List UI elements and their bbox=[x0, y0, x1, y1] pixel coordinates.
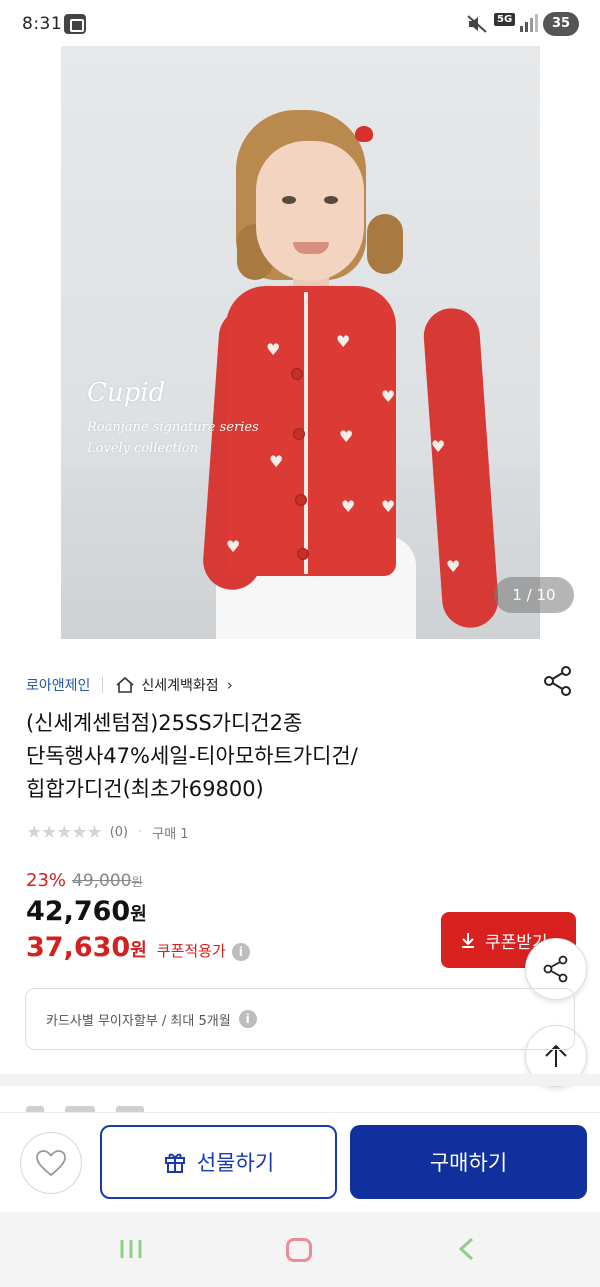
purchase-count: 구매 1 bbox=[152, 826, 189, 842]
buy-button[interactable]: 구매하기 bbox=[350, 1125, 587, 1199]
heart-pattern-icon: ♥ bbox=[339, 427, 354, 446]
cardigan-button bbox=[295, 494, 307, 506]
rating-separator: · bbox=[138, 824, 143, 840]
network-5g-icon: 5G bbox=[494, 13, 516, 26]
discount-row: 23% 49,000 원 bbox=[26, 870, 143, 891]
review-count: (0) bbox=[109, 824, 129, 840]
share-icon[interactable] bbox=[541, 664, 575, 698]
coupon-price-label: 쿠폰적용가 bbox=[156, 942, 226, 960]
home-icon[interactable] bbox=[286, 1238, 312, 1262]
chevron-right-icon: › bbox=[226, 676, 233, 694]
coupon-price: 37,630 원 쿠폰적용가 i bbox=[26, 932, 250, 963]
overlay-title: Cupid bbox=[87, 378, 166, 408]
status-time: 8:31 bbox=[22, 14, 63, 34]
overlay-line-1: Roanjane signature series bbox=[87, 420, 259, 435]
cardigan-button bbox=[297, 548, 309, 560]
info-icon[interactable]: i bbox=[231, 943, 250, 961]
cardigan-button bbox=[293, 428, 305, 440]
image-counter: 1 / 10 bbox=[494, 577, 574, 613]
heart-pattern-icon: ♥ bbox=[431, 437, 446, 456]
heart-icon bbox=[36, 1150, 66, 1177]
rating-row[interactable]: ★★★★★ (0) · 구매 1 bbox=[26, 820, 189, 844]
heart-pattern-icon: ♥ bbox=[381, 497, 396, 516]
discount-percent: 23% bbox=[26, 870, 67, 891]
original-price-unit: 원 bbox=[131, 875, 143, 889]
overlay-line-2: Lovely collection bbox=[87, 441, 199, 456]
cardigan-button bbox=[291, 368, 303, 380]
gallery-icon bbox=[64, 14, 86, 34]
sale-price: 42,760원 bbox=[26, 896, 147, 927]
gift-label: 선물하기 bbox=[196, 1151, 275, 1175]
original-price: 49,000 bbox=[72, 871, 132, 891]
product-title: (신세계센텀점)25SS가디건2종 단독행사47%세일-티아모하트가디건/ 힙합… bbox=[26, 707, 546, 806]
signal-icon bbox=[520, 14, 538, 32]
brand-divider bbox=[102, 677, 104, 693]
product-title-line: (신세계센텀점)25SS가디건2종 bbox=[26, 711, 303, 735]
heart-pattern-icon: ♥ bbox=[226, 537, 241, 556]
heart-hair-clip bbox=[355, 126, 373, 142]
back-icon[interactable] bbox=[456, 1236, 476, 1262]
battery-indicator: 35 bbox=[543, 12, 579, 36]
installment-text: 카드사별 무이자할부 / 최대 5개월 bbox=[46, 1013, 231, 1029]
sale-price-value: 42,760 bbox=[26, 896, 131, 927]
coupon-price-unit: 원 bbox=[130, 940, 147, 961]
mute-icon bbox=[467, 15, 487, 33]
rating-stars: ★★★★★ bbox=[26, 821, 103, 843]
status-bar: 8:31 5G 35 bbox=[0, 0, 600, 46]
heart-pattern-icon: ♥ bbox=[266, 340, 281, 359]
model-eye-left bbox=[282, 196, 296, 204]
product-image-carousel[interactable]: ♥ ♥ ♥ ♥ ♥ ♥ ♥ ♥ ♥ ♥ Cupid Roanjane signa… bbox=[61, 46, 540, 639]
model-eye-right bbox=[324, 196, 338, 204]
heart-pattern-icon: ♥ bbox=[269, 452, 284, 471]
heart-pattern-icon: ♥ bbox=[381, 387, 396, 406]
gift-button[interactable]: 선물하기 bbox=[100, 1125, 337, 1199]
sale-price-unit: 원 bbox=[130, 904, 147, 925]
section-divider bbox=[0, 1074, 600, 1086]
recent-apps-icon[interactable] bbox=[118, 1238, 144, 1260]
download-icon bbox=[462, 933, 474, 948]
product-title-line: 힙합가디건(최초가69800) bbox=[26, 777, 264, 801]
model-pigtail-right bbox=[367, 214, 403, 274]
coupon-price-value: 37,630 bbox=[26, 932, 131, 963]
image-overlay-text: Cupid Roanjane signature series Lovely c… bbox=[87, 378, 259, 456]
store-name-link[interactable]: 신세계백화점 bbox=[141, 675, 218, 695]
brand-name-link[interactable]: 로아앤제인 bbox=[26, 675, 90, 695]
installment-info[interactable]: 카드사별 무이자할부 / 최대 5개월 i bbox=[25, 988, 575, 1050]
gift-icon bbox=[164, 1153, 185, 1173]
store-icon bbox=[116, 676, 134, 693]
buy-label: 구매하기 bbox=[429, 1151, 508, 1175]
model-face bbox=[256, 141, 364, 281]
product-title-line: 단독행사47%세일-티아모하트가디건/ bbox=[26, 744, 358, 768]
brand-row: 로아앤제인 신세계백화점 › bbox=[26, 672, 233, 698]
heart-pattern-icon: ♥ bbox=[336, 332, 351, 351]
heart-pattern-icon: ♥ bbox=[446, 557, 461, 576]
wishlist-button[interactable] bbox=[20, 1132, 82, 1194]
heart-pattern-icon: ♥ bbox=[341, 497, 356, 516]
share-icon bbox=[543, 955, 568, 983]
info-icon[interactable]: i bbox=[238, 1010, 257, 1028]
